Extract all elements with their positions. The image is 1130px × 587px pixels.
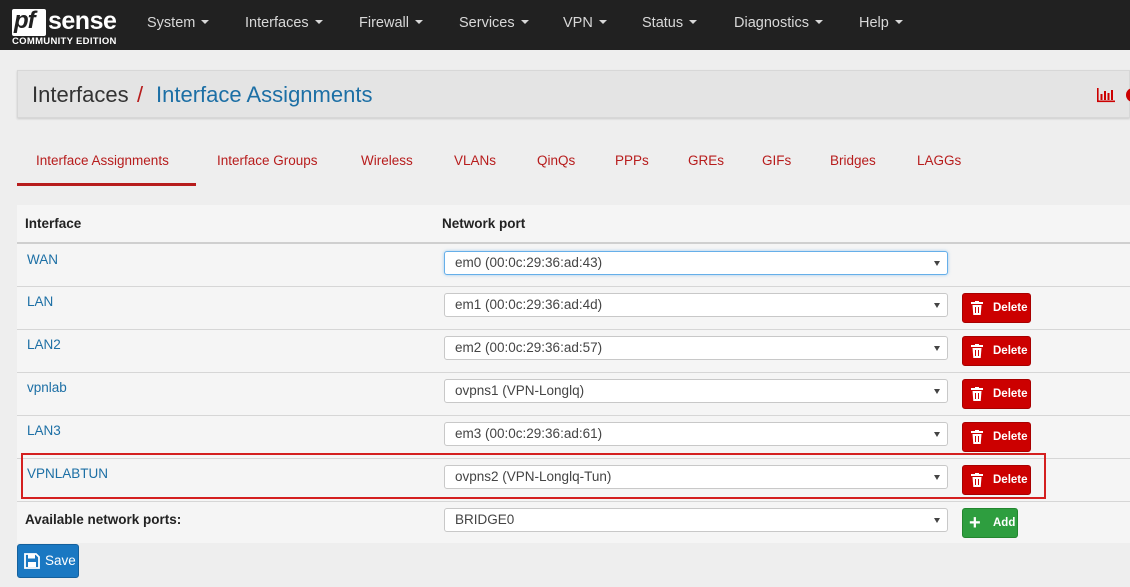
tab-bridges[interactable]: Bridges: [830, 153, 876, 168]
chevron-down-icon: [814, 20, 823, 25]
nav-vpn[interactable]: VPN: [563, 0, 607, 50]
dropdown-arrow-icon: [934, 346, 940, 351]
row-divider: [17, 286, 1130, 287]
active-tab-indicator: [17, 183, 196, 186]
select-value: em2 (00:0c:29:36:ad:57): [455, 340, 603, 355]
floppy-disk-icon: [24, 553, 40, 569]
trash-icon: [971, 430, 983, 444]
interface-link-lan3[interactable]: LAN3: [27, 423, 61, 438]
network-port-select-wan[interactable]: em0 (00:0c:29:36:ad:43): [444, 251, 948, 275]
row-divider: [17, 501, 1130, 502]
chevron-down-icon: [414, 20, 423, 25]
nav-interfaces[interactable]: Interfaces: [245, 0, 323, 50]
dropdown-arrow-icon: [934, 261, 940, 266]
tab-laggs[interactable]: LAGGs: [917, 153, 961, 168]
dropdown-arrow-icon: [934, 518, 940, 523]
trash-icon: [971, 387, 983, 401]
delete-label: Delete: [993, 345, 1028, 357]
interface-link-lan2[interactable]: LAN2: [27, 337, 61, 352]
breadcrumb-separator: /: [137, 82, 144, 107]
tab-gifs[interactable]: GIFs: [762, 153, 791, 168]
nav-services[interactable]: Services: [459, 0, 529, 50]
breadcrumb: Interfaces / Interface Assignments: [17, 70, 1130, 118]
logo-edition-text: COMMUNITY EDITION: [12, 36, 117, 47]
nav-status-label: Status: [642, 15, 684, 31]
row-divider: [17, 329, 1130, 330]
bar-chart-icon[interactable]: [1096, 87, 1116, 103]
tab-interface-groups[interactable]: Interface Groups: [217, 153, 318, 168]
top-navbar: pf sense COMMUNITY EDITION System Interf…: [0, 0, 1130, 50]
select-value: BRIDGE0: [455, 512, 515, 527]
save-button[interactable]: Save: [17, 544, 79, 578]
interface-link-wan[interactable]: WAN: [27, 252, 58, 267]
tab-wireless[interactable]: Wireless: [361, 153, 413, 168]
trash-icon: [971, 301, 983, 315]
interface-link-lan[interactable]: LAN: [27, 294, 53, 309]
dropdown-arrow-icon: [934, 303, 940, 308]
delete-button-lan[interactable]: Delete: [962, 293, 1031, 323]
chevron-down-icon: [201, 20, 210, 25]
nav-firewall[interactable]: Firewall: [359, 0, 423, 50]
tab-gres[interactable]: GREs: [688, 153, 724, 168]
row-divider: [17, 372, 1130, 373]
nav-diagnostics-label: Diagnostics: [734, 15, 809, 31]
available-port-select[interactable]: BRIDGE0: [444, 508, 948, 532]
chevron-down-icon: [520, 20, 529, 25]
tab-qinqs[interactable]: QinQs: [537, 153, 575, 168]
pfsense-logo[interactable]: pf sense COMMUNITY EDITION: [12, 6, 122, 47]
nav-system-label: System: [147, 15, 196, 31]
tab-ppps[interactable]: PPPs: [615, 153, 649, 168]
column-header-network-port: Network port: [442, 216, 526, 231]
plus-icon: +: [969, 512, 981, 534]
network-port-select-lan[interactable]: em1 (00:0c:29:36:ad:4d): [444, 293, 948, 317]
logo-pf-text: pf: [14, 7, 36, 34]
network-port-select-vpnlab[interactable]: ovpns1 (VPN-Longlq): [444, 379, 948, 403]
nav-firewall-label: Firewall: [359, 15, 409, 31]
delete-button-vpnlab[interactable]: Delete: [962, 379, 1031, 409]
header-divider: [17, 242, 1130, 244]
interface-link-vpnlab[interactable]: vpnlab: [27, 380, 67, 395]
tab-interface-assignments[interactable]: Interface Assignments: [36, 153, 169, 168]
delete-label: Delete: [993, 431, 1028, 443]
breadcrumb-root[interactable]: Interfaces: [32, 82, 129, 108]
nav-help[interactable]: Help: [859, 0, 903, 50]
nav-services-label: Services: [459, 15, 515, 31]
save-label: Save: [45, 553, 76, 568]
nav-diagnostics[interactable]: Diagnostics: [734, 0, 823, 50]
select-value: em0 (00:0c:29:36:ad:43): [455, 255, 603, 270]
page-title[interactable]: Interface Assignments: [156, 82, 372, 108]
select-value: em1 (00:0c:29:36:ad:4d): [455, 297, 603, 312]
select-value: ovpns1 (VPN-Longlq): [455, 383, 585, 398]
network-port-select-lan3[interactable]: em3 (00:0c:29:36:ad:61): [444, 422, 948, 446]
chevron-down-icon: [689, 20, 698, 25]
add-interface-button[interactable]: + Add: [962, 508, 1018, 538]
chevron-down-icon: [314, 20, 323, 25]
add-label: Add: [993, 517, 1016, 529]
trash-icon: [971, 344, 983, 358]
chevron-down-icon: [894, 20, 903, 25]
column-header-interface: Interface: [25, 216, 82, 231]
available-ports-label: Available network ports:: [25, 512, 182, 527]
select-value: em3 (00:0c:29:36:ad:61): [455, 426, 603, 441]
delete-button-lan3[interactable]: Delete: [962, 422, 1031, 452]
delete-button-lan2[interactable]: Delete: [962, 336, 1031, 366]
chevron-down-icon: [598, 20, 607, 25]
help-icon[interactable]: [1126, 88, 1130, 102]
network-port-select-lan2[interactable]: em2 (00:0c:29:36:ad:57): [444, 336, 948, 360]
nav-help-label: Help: [859, 15, 889, 31]
delete-label: Delete: [993, 388, 1028, 400]
highlight-box: [21, 453, 1046, 499]
logo-sense-text: sense: [48, 7, 117, 35]
tab-vlans[interactable]: VLANs: [454, 153, 496, 168]
delete-label: Delete: [993, 302, 1028, 314]
nav-status[interactable]: Status: [642, 0, 698, 50]
nav-interfaces-label: Interfaces: [245, 15, 309, 31]
row-divider: [17, 415, 1130, 416]
dropdown-arrow-icon: [934, 432, 940, 437]
dropdown-arrow-icon: [934, 389, 940, 394]
nav-vpn-label: VPN: [563, 15, 593, 31]
nav-system[interactable]: System: [147, 0, 210, 50]
